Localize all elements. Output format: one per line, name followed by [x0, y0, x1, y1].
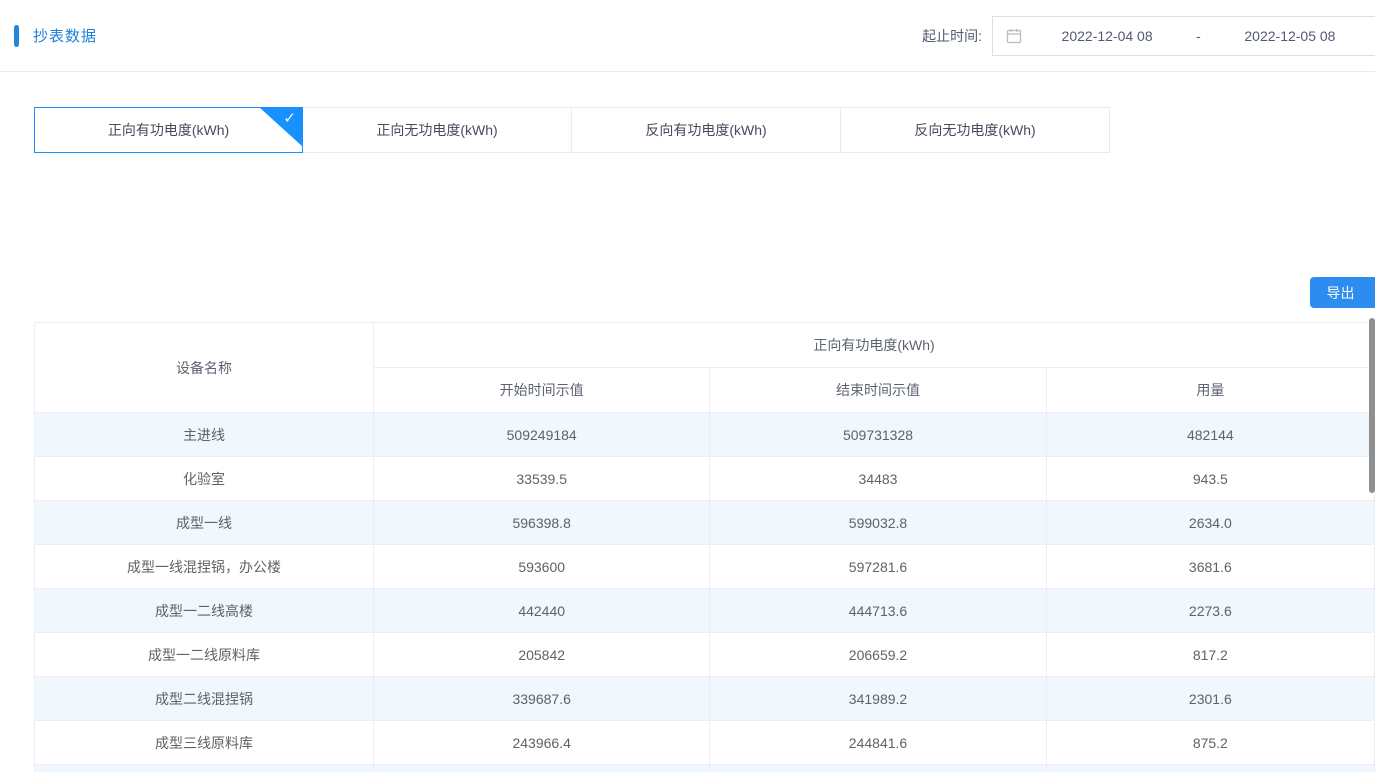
cell-end: 206659.2 [710, 633, 1046, 677]
page-header: 抄表数据 起止时间: 2022-12-04 08 - 2022-12-05 08 [0, 0, 1375, 72]
tab-label: 反向无功电度(kWh) [914, 120, 1035, 140]
end-reading-header: 结束时间示值 [710, 368, 1046, 413]
cell-usage: 482144 [1046, 413, 1374, 457]
tab-reverse-reactive-energy[interactable]: 反向无功电度(kWh) ✓ [841, 107, 1110, 153]
cell-empty [35, 765, 374, 772]
date-range-filter: 起止时间: 2022-12-04 08 - 2022-12-05 08 [922, 16, 1375, 56]
table-row: 成型一线596398.8599032.82634.0 [35, 501, 1375, 545]
usage-header: 用量 [1046, 368, 1374, 413]
vertical-scrollbar-thumb[interactable] [1369, 318, 1375, 493]
cell-usage: 2273.6 [1046, 589, 1374, 633]
selected-corner [259, 107, 303, 147]
page-title: 抄表数据 [33, 25, 97, 46]
cell-start: 442440 [374, 589, 710, 633]
cell-usage: 2634.0 [1046, 501, 1374, 545]
cell-usage: 817.2 [1046, 633, 1374, 677]
export-button[interactable]: 导出 [1310, 277, 1375, 308]
table-row: 成型一线混捏锅，办公楼593600597281.63681.6 [35, 545, 1375, 589]
cell-usage: 2301.6 [1046, 677, 1374, 721]
cell-end: 597281.6 [710, 545, 1046, 589]
cell-device: 成型二线混捏锅 [35, 677, 374, 721]
cell-device: 成型一二线高楼 [35, 589, 374, 633]
measurement-tabs: 正向有功电度(kWh) ✓ 正向无功电度(kWh) ✓ 反向有功电度(kWh) … [34, 107, 1375, 153]
cell-empty [710, 765, 1046, 772]
table-row: 成型一二线原料库205842206659.2817.2 [35, 633, 1375, 677]
group-header-row: 设备名称 正向有功电度(kWh) [35, 323, 1375, 368]
cell-usage: 3681.6 [1046, 545, 1374, 589]
tab-label: 反向有功电度(kWh) [645, 120, 766, 140]
cell-usage: 943.5 [1046, 457, 1374, 501]
cell-end: 509731328 [710, 413, 1046, 457]
cell-start: 205842 [374, 633, 710, 677]
cell-device: 成型一线 [35, 501, 374, 545]
tab-label: 正向有功电度(kWh) [108, 120, 229, 140]
cell-end: 244841.6 [710, 721, 1046, 765]
cell-end: 341989.2 [710, 677, 1046, 721]
date-range-input[interactable]: 2022-12-04 08 - 2022-12-05 08 [992, 16, 1375, 56]
cell-start: 339687.6 [374, 677, 710, 721]
date-end-value[interactable]: 2022-12-05 08 [1205, 28, 1375, 44]
meter-data-table-wrap: 设备名称 正向有功电度(kWh) 开始时间示值 结束时间示值 用量 主进线509… [34, 322, 1375, 772]
date-separator: - [1192, 28, 1205, 44]
date-start-value[interactable]: 2022-12-04 08 [1022, 28, 1192, 44]
table-row: 主进线509249184509731328482144 [35, 413, 1375, 457]
cell-end: 34483 [710, 457, 1046, 501]
table-row: 成型一二线高楼442440444713.62273.6 [35, 589, 1375, 633]
cell-usage: 875.2 [1046, 721, 1374, 765]
cell-empty [374, 765, 710, 772]
cell-start: 33539.5 [374, 457, 710, 501]
tab-reverse-active-energy[interactable]: 反向有功电度(kWh) ✓ [572, 107, 841, 153]
table-row: 成型二线混捏锅339687.6341989.22301.6 [35, 677, 1375, 721]
table-row: 化验室33539.534483943.5 [35, 457, 1375, 501]
title-wrap: 抄表数据 [14, 25, 97, 47]
meter-data-table: 设备名称 正向有功电度(kWh) 开始时间示值 结束时间示值 用量 主进线509… [34, 322, 1375, 772]
cell-start: 509249184 [374, 413, 710, 457]
cell-start: 596398.8 [374, 501, 710, 545]
cell-device: 成型一二线原料库 [35, 633, 374, 677]
cell-end: 599032.8 [710, 501, 1046, 545]
cell-device: 化验室 [35, 457, 374, 501]
title-accent-bar [14, 25, 19, 47]
table-row: 成型三线原料库243966.4244841.6875.2 [35, 721, 1375, 765]
tab-label: 正向无功电度(kWh) [376, 120, 497, 140]
cell-start: 593600 [374, 545, 710, 589]
cell-device: 成型三线原料库 [35, 721, 374, 765]
cell-empty [1046, 765, 1374, 772]
table-row-partial [35, 765, 1375, 772]
tab-forward-active-energy[interactable]: 正向有功电度(kWh) ✓ [34, 107, 303, 153]
check-icon: ✓ [283, 109, 296, 127]
date-range-label: 起止时间: [922, 26, 982, 46]
cell-end: 444713.6 [710, 589, 1046, 633]
export-row: 导出 [0, 277, 1375, 308]
table-body: 主进线509249184509731328482144化验室33539.5344… [35, 413, 1375, 772]
device-name-header: 设备名称 [35, 323, 374, 413]
start-reading-header: 开始时间示值 [374, 368, 710, 413]
calendar-icon [1006, 28, 1022, 44]
cell-device: 成型一线混捏锅，办公楼 [35, 545, 374, 589]
group-header: 正向有功电度(kWh) [374, 323, 1375, 368]
cell-device: 主进线 [35, 413, 374, 457]
cell-start: 243966.4 [374, 721, 710, 765]
tab-forward-reactive-energy[interactable]: 正向无功电度(kWh) ✓ [303, 107, 572, 153]
